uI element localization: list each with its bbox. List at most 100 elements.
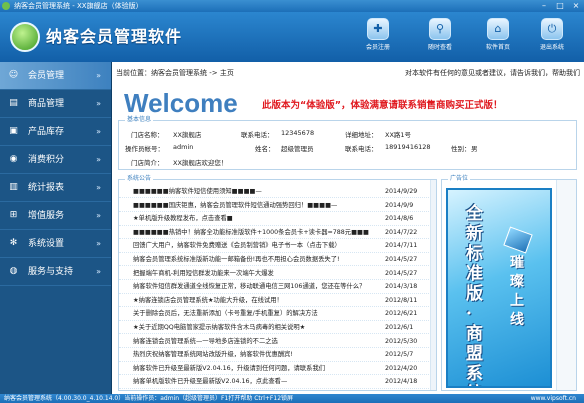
sidebar-item-system-settings[interactable]: ✻ 系统设置» — [0, 230, 111, 258]
store-intro-value: XX旗舰店欢迎您！ — [173, 159, 228, 167]
notice-title[interactable]: 热烈庆祝纳客管理系统网站改版升级，纳客软件优惠酬宾! — [133, 349, 381, 360]
ad-panel: 广告位 全新标准版·商盟系统 璀璨上线 — [441, 175, 577, 391]
notice-row[interactable]: ★单机版升级教程发布，点击查看■ 2014/8/6 — [119, 213, 431, 226]
user-icon: ☺ — [8, 70, 19, 80]
chevron-right-icon: » — [96, 239, 101, 248]
trial-version-message: 此版本为“体验版”，体验满意请联系销售商购买正式版！ — [262, 100, 503, 111]
sidebar-item-value-added[interactable]: ⊞ 增值服务» — [0, 202, 111, 230]
cube-icon — [503, 226, 533, 254]
app-icon — [2, 2, 10, 10]
notice-row[interactable]: 纳客单机版软件已升级至最新版V2.04.16，点此查看— 2012/4/18 — [119, 376, 431, 389]
notice-row[interactable]: 回馈广大用户，纳客软件免费赠送《会员制营销》电子书一本（点击下载） 2014/7/… — [119, 240, 431, 253]
notice-date: 2014/7/11 — [385, 242, 418, 250]
ad-scrollbar[interactable] — [556, 180, 576, 390]
notice-date: 2014/7/22 — [385, 228, 418, 236]
notice-row[interactable]: ■■■■■■热销中！纳客全功能标准版软件+1000条会员卡+读卡器=788元■■… — [119, 227, 431, 240]
toolbar-quick-view-button[interactable]: ⚲ 随时查看 — [420, 18, 460, 51]
address-label: 详细地址： — [345, 131, 378, 139]
store-name-value: XX旗舰店 — [173, 131, 202, 139]
operator-account-label: 操作员帐号： — [125, 145, 164, 153]
sex-label: 性别： — [451, 145, 471, 153]
notice-title[interactable]: ■■■■■■国庆钜惠，纳客会员管理软件短信通动强势回归！■■■■— — [133, 200, 381, 211]
sidebar-item-support[interactable]: ◍ 服务与支持» — [0, 258, 111, 286]
toolbar-member-register-button[interactable]: ✚ 会员注册 — [358, 18, 398, 51]
store-intro-label: 门店简介： — [131, 159, 164, 167]
website-link[interactable]: www.vipsoft.cn — [531, 394, 576, 403]
notice-title[interactable]: 关于删除会员后，无法重新添加（卡号重复/手机重复）的解决方法 — [133, 308, 381, 319]
notice-date: 2012/6/1 — [385, 324, 414, 331]
chevron-right-icon: » — [96, 127, 101, 136]
notice-date: 2014/5/27 — [385, 256, 418, 263]
close-button[interactable]: × — [571, 1, 581, 11]
notice-title[interactable]: 纳客软件短信群发通道全线恢复正常，移动联通电信三网106通道，您还在等什么？ — [133, 281, 381, 292]
sidebar-item-product-management[interactable]: ▤ 商品管理» — [0, 90, 111, 118]
notice-date: 2012/4/18 — [385, 378, 418, 386]
sidebar-item-member-management[interactable]: ☺ 会员管理» — [0, 62, 111, 90]
notice-title[interactable]: 把握端午商机-利用短信群发功能来一次端午大爆发 — [133, 268, 381, 279]
ad-banner[interactable]: 全新标准版·商盟系统 璀璨上线 — [446, 188, 552, 388]
notice-title[interactable]: 回馈广大用户，纳客软件免费赠送《会员制营销》电子书一本（点击下载） — [133, 240, 381, 251]
ad-title: 广告位 — [448, 175, 471, 183]
chevron-right-icon: » — [96, 267, 101, 276]
operator-name-value: 超级管理员 — [281, 145, 314, 153]
minimize-button[interactable]: – — [539, 1, 549, 11]
home-icon: ⌂ — [487, 18, 509, 40]
report-icon: ▥ — [9, 182, 18, 192]
notice-row[interactable]: ■■■■■■纳客软件短信使用须知■■■■— 2014/9/29 — [119, 186, 431, 199]
status-text: 纳客会员管理系统（4.00.30.0_4.10.14.0）当前操作员：admin… — [4, 395, 294, 402]
sidebar-item-reports[interactable]: ▥ 统计报表» — [0, 174, 111, 202]
gear-icon: ✻ — [9, 238, 18, 248]
notice-row[interactable]: ★关于近期QQ电脑管家提示纳客软件含木马病毒的相关说明★ 2012/6/1 — [119, 322, 431, 335]
window-title: 纳客会员管理系统 - XX旗舰店（体验版） — [14, 2, 143, 10]
phone-value: 12345678 — [281, 129, 315, 137]
system-notice-panel: 系统公告 ■■■■■■纳客软件短信使用须知■■■■— 2014/9/29 ■■■■■… — [118, 175, 437, 391]
system-notice-title: 系统公告 — [125, 175, 154, 183]
notice-title[interactable]: ■■■■■■热销中！纳客全功能标准版软件+1000条会员卡+读卡器=788元■■… — [133, 227, 381, 238]
basic-info-panel: 基本信息 门店名称： XX旗舰店 联系电话： 12345678 详细地址： XX… — [118, 116, 577, 170]
basic-info-title: 基本信息 — [125, 116, 154, 124]
notice-title[interactable]: 纳客连锁会员管理系统—一导地多店连锁的不二之选 — [133, 336, 381, 347]
notice-row[interactable]: 热烈庆祝纳客管理系统网站改版升级，纳客软件优惠酬宾! 2012/5/7 — [119, 349, 431, 362]
notice-scrollbar[interactable] — [430, 180, 436, 390]
notice-date: 2014/8/6 — [385, 215, 414, 223]
ad-side-text: 璀璨上线 — [510, 255, 524, 328]
store-name-label: 门店名称： — [131, 131, 164, 139]
phone-label: 联系电话： — [241, 131, 274, 139]
sex-value: 男 — [471, 145, 478, 153]
contact-phone-value: 18919416128 — [385, 143, 431, 151]
welcome-heading: Welcome — [124, 88, 238, 118]
feedback-link[interactable]: 对本软件有任何的意见或者建议，请告诉我们，帮助我们 — [405, 66, 580, 80]
notice-date: 2014/3/18 — [385, 283, 418, 291]
notice-title[interactable]: ★纳客连锁店会员管理系统★功能大升级，在线试用！ — [133, 295, 381, 306]
title-bar: 纳客会员管理系统 - XX旗舰店（体验版） – □ × — [0, 0, 584, 12]
support-icon: ◍ — [9, 266, 18, 276]
notice-date: 2014/9/29 — [385, 188, 418, 195]
chevron-right-icon: » — [96, 99, 101, 108]
notice-title[interactable]: 纳客单机版软件已升级至最新版V2.04.16，点此查看— — [133, 376, 381, 387]
notice-row[interactable]: 纳客会员管理系统标准版新功能一邮箱备份!再也不用担心会员数据丢失了! 2014/5… — [119, 254, 431, 267]
notice-title[interactable]: ★关于近期QQ电脑管家提示纳客软件含木马病毒的相关说明★ — [133, 322, 381, 333]
toolbar-home-button[interactable]: ⌂ 软件首页 — [478, 18, 518, 51]
toolbar-exit-button[interactable]: ⏻ 退出系统 — [532, 18, 572, 51]
user-add-icon: ✚ — [367, 18, 389, 40]
sidebar-item-inventory[interactable]: ▣ 产品库存» — [0, 118, 111, 146]
chevron-right-icon: » — [96, 211, 101, 220]
notice-title[interactable]: 纳客软件已升级至最新版V2.04.16，升级请到任何问题，请联系我们 — [133, 363, 381, 374]
notice-date: 2012/5/30 — [385, 337, 418, 345]
notice-row[interactable]: ★纳客连锁店会员管理系统★功能大升级，在线试用！ 2012/8/11 — [119, 295, 431, 308]
sidebar-item-consumption-points[interactable]: ◉ 消费积分» — [0, 146, 111, 174]
notice-row[interactable]: 纳客软件短信群发通道全线恢复正常，移动联通电信三网106通道，您还在等什么？ 20… — [119, 281, 431, 294]
operator-account-value: admin — [173, 143, 194, 151]
document-icon: ▤ — [9, 98, 18, 108]
notice-row[interactable]: 关于删除会员后，无法重新添加（卡号重复/手机重复）的解决方法 2012/6/21 — [119, 308, 431, 321]
notice-title[interactable]: ★单机版升级教程发布，点击查看■ — [133, 213, 381, 224]
notice-row[interactable]: 把握端午商机-利用短信群发功能来一次端午大爆发 2014/5/27 — [119, 268, 431, 280]
notice-row[interactable]: 纳客软件已升级至最新版V2.04.16，升级请到任何问题，请联系我们 2012/4… — [119, 363, 431, 376]
notice-row[interactable]: 纳客连锁会员管理系统—一导地多店连锁的不二之选 2012/5/30 — [119, 336, 431, 348]
maximize-button[interactable]: □ — [555, 1, 565, 11]
notice-title[interactable]: 纳客会员管理系统标准版新功能一邮箱备份!再也不用担心会员数据丢失了! — [133, 254, 381, 265]
notice-row[interactable]: ■■■■■■国庆钜惠，纳客会员管理软件短信通动强势回归！■■■■— 2014/9/… — [119, 200, 431, 212]
breadcrumb: 当前位置：纳客会员管理系统 -> 主页 — [116, 69, 234, 77]
box-icon: ▣ — [9, 126, 18, 136]
notice-title[interactable]: ■■■■■■纳客软件短信使用须知■■■■— — [133, 186, 381, 197]
